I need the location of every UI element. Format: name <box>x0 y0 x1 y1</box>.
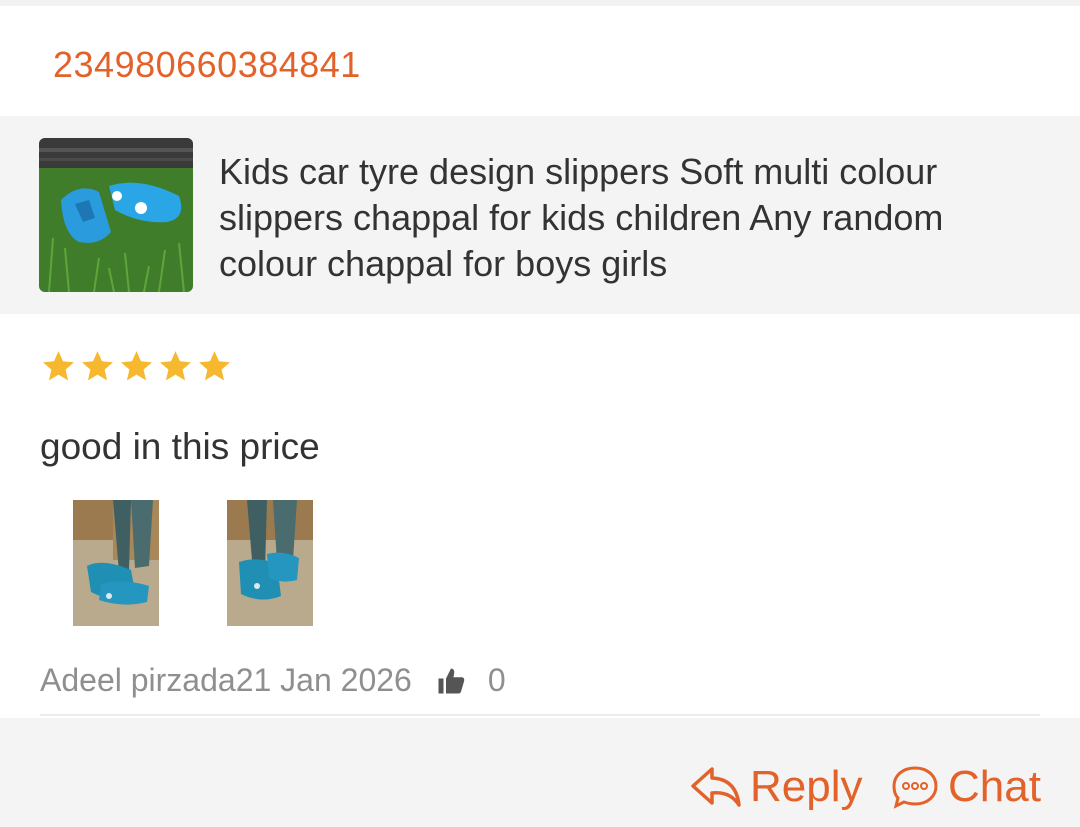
review-card: good in this price Adeel pirzada 21 Jan 2… <box>0 314 1080 718</box>
star-icon <box>199 351 230 381</box>
product-title[interactable]: Kids car tyre design slippers Soft multi… <box>219 149 1049 287</box>
review-photo-1[interactable] <box>73 500 159 626</box>
review-author: Adeel pirzada <box>40 662 236 698</box>
product-thumbnail[interactable] <box>39 138 193 292</box>
reply-button[interactable]: Reply <box>690 762 863 812</box>
chat-label: Chat <box>948 762 1041 811</box>
like-count: 0 <box>487 662 506 698</box>
order-id[interactable]: 234980660384841 <box>53 44 361 86</box>
review-date: 21 Jan 2026 <box>235 662 412 698</box>
rating-stars <box>40 348 233 385</box>
order-header: 234980660384841 <box>0 6 1080 116</box>
reply-label: Reply <box>750 762 863 811</box>
reply-arrow-icon <box>691 767 741 807</box>
star-icon <box>160 351 191 381</box>
star-icon <box>82 351 113 381</box>
review-text: good in this price <box>40 426 320 467</box>
divider <box>40 714 1040 716</box>
thumbs-up-icon[interactable] <box>436 666 466 696</box>
product-card[interactable]: Kids car tyre design slippers Soft multi… <box>0 116 1080 314</box>
review-photo-2[interactable] <box>227 500 313 626</box>
review-meta: Adeel pirzada 21 Jan 2026 0 <box>40 662 506 699</box>
chat-bubble-icon <box>892 766 938 809</box>
action-bar: Reply Chat <box>0 718 1080 827</box>
star-icon <box>43 351 74 381</box>
slipper-product-photo <box>39 138 193 292</box>
star-icon <box>121 351 152 381</box>
chat-button[interactable]: Chat <box>890 762 1041 812</box>
